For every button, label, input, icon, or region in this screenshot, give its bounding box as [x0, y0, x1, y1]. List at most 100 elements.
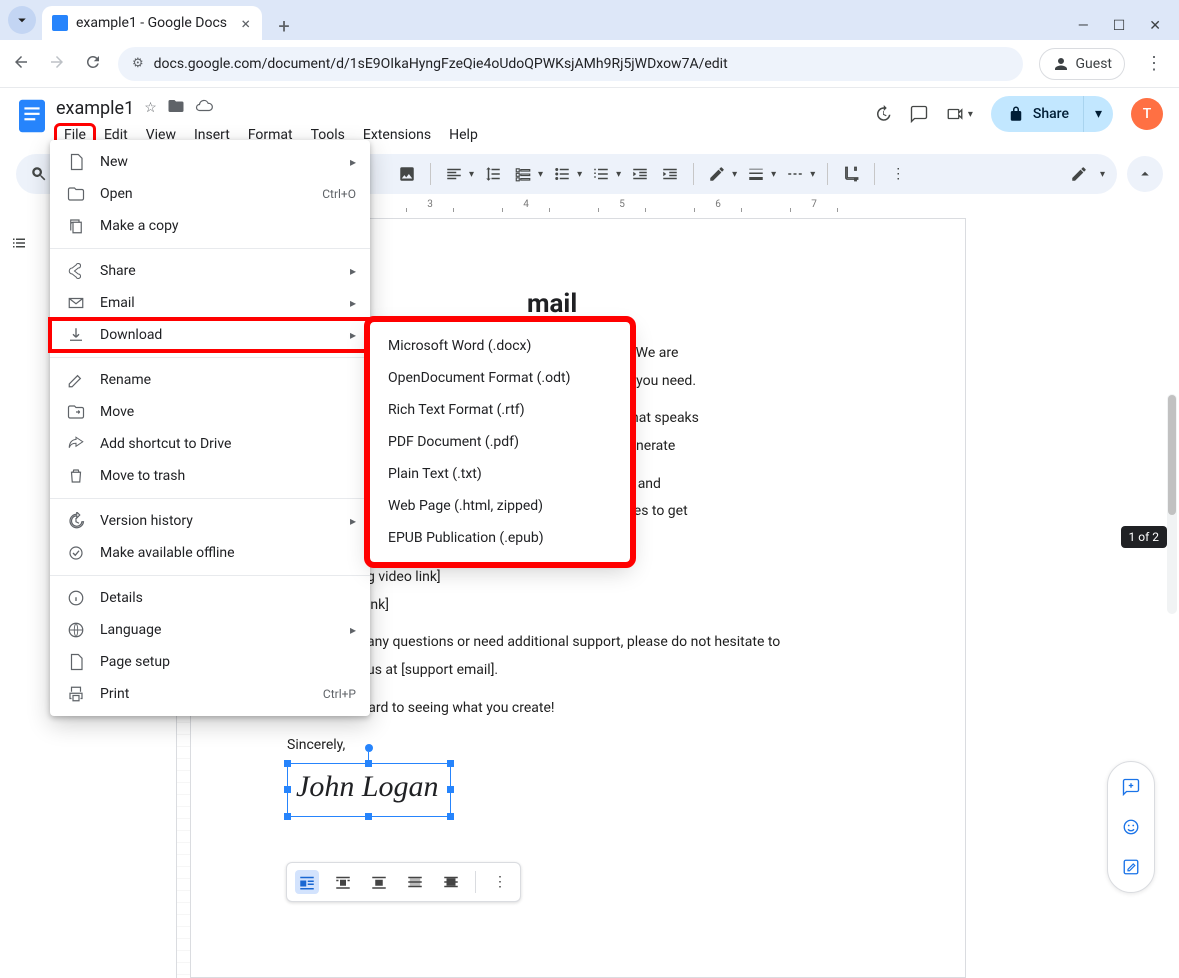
download-odt[interactable]: OpenDocument Format (.odt) — [370, 362, 630, 394]
download-docx[interactable]: Microsoft Word (.docx) — [370, 330, 630, 362]
search-menus-icon[interactable] — [28, 161, 50, 187]
share-icon — [66, 262, 86, 280]
resize-handle[interactable] — [365, 760, 372, 767]
cloud-status-icon[interactable] — [195, 97, 213, 119]
file-menu-panel: New▸ OpenCtrl+O Make a copy Share▸ Email… — [50, 140, 370, 716]
menu-item-trash[interactable]: Move to trash — [50, 460, 370, 492]
copy-icon — [66, 217, 86, 235]
resize-handle[interactable] — [284, 813, 291, 820]
account-avatar[interactable]: T — [1131, 98, 1163, 130]
download-pdf[interactable]: PDF Document (.pdf) — [370, 426, 630, 458]
url-box[interactable]: ⚙ docs.google.com/document/d/1sE9OIkaHyn… — [118, 47, 1023, 81]
tab-search-button[interactable] — [8, 6, 36, 34]
history-icon[interactable] — [874, 105, 892, 123]
menu-item-open[interactable]: OpenCtrl+O — [50, 178, 370, 210]
resize-handle[interactable] — [447, 813, 454, 820]
menu-item-print[interactable]: PrintCtrl+P — [50, 678, 370, 710]
url-text: docs.google.com/document/d/1sE9OIkaHyngF… — [154, 56, 728, 72]
border-dash-icon[interactable] — [784, 161, 806, 187]
resize-handle[interactable] — [447, 786, 454, 793]
menu-item-details[interactable]: Details — [50, 582, 370, 614]
menu-item-pagesetup[interactable]: Page setup — [50, 646, 370, 678]
scrollbar-thumb[interactable] — [1168, 395, 1176, 515]
new-tab-button[interactable]: + — [270, 12, 298, 40]
doc-title[interactable]: example1 — [56, 98, 134, 119]
profile-guest-button[interactable]: Guest — [1039, 48, 1125, 80]
menu-item-version[interactable]: Version history▸ — [50, 505, 370, 537]
page-indicator: 1 of 2 — [1121, 526, 1167, 548]
insert-image-icon[interactable] — [396, 161, 418, 187]
collapse-toolbar-icon[interactable] — [1127, 156, 1163, 192]
docs-home-icon[interactable] — [16, 96, 48, 136]
menu-item-email[interactable]: Email▸ — [50, 287, 370, 319]
reload-icon[interactable] — [84, 53, 102, 75]
p5: We look forward to seeing what you creat… — [287, 698, 869, 720]
image-options-toolbar: ⋮ — [286, 862, 521, 902]
image-options-more-icon[interactable]: ⋮ — [488, 870, 512, 894]
outline-icon[interactable] — [10, 234, 28, 256]
resize-handle[interactable] — [284, 786, 291, 793]
p4a: any questions or need additional support… — [287, 632, 869, 654]
browser-menu-icon[interactable]: ⋮ — [1141, 53, 1167, 74]
behind-text-icon[interactable] — [403, 870, 427, 894]
share-button[interactable]: Share — [991, 96, 1083, 132]
resize-handle[interactable] — [284, 760, 291, 767]
menu-item-copy[interactable]: Make a copy — [50, 210, 370, 242]
break-text-icon[interactable] — [367, 870, 391, 894]
wrap-inline-icon[interactable] — [295, 870, 319, 894]
window-controls: — ☐ ✕ — [1078, 18, 1179, 40]
comments-icon[interactable] — [910, 105, 928, 123]
download-epub[interactable]: EPUB Publication (.epub) — [370, 522, 630, 554]
front-text-icon[interactable] — [439, 870, 463, 894]
close-window-icon[interactable]: ✕ — [1149, 18, 1161, 34]
meet-icon[interactable]: ▾ — [946, 105, 973, 123]
indent-decrease-icon[interactable] — [629, 161, 651, 187]
add-comment-icon[interactable] — [1114, 770, 1148, 804]
menu-help[interactable]: Help — [441, 125, 486, 145]
more-toolbar-icon[interactable]: ⋮ — [887, 161, 909, 187]
maximize-icon[interactable]: ☐ — [1113, 18, 1126, 34]
checklist-icon[interactable] — [512, 161, 534, 187]
vertical-scrollbar[interactable] — [1167, 394, 1177, 614]
resize-handle[interactable] — [365, 813, 372, 820]
menu-item-offline[interactable]: Make available offline — [50, 537, 370, 569]
menu-item-move[interactable]: Move — [50, 396, 370, 428]
forward-icon[interactable] — [48, 53, 66, 75]
align-icon[interactable] — [443, 161, 465, 187]
wrap-text-icon[interactable] — [331, 870, 355, 894]
star-icon[interactable]: ☆ — [144, 100, 157, 116]
bulleted-list-icon[interactable] — [551, 161, 573, 187]
site-settings-icon[interactable]: ⚙ — [132, 56, 144, 71]
line-spacing-icon[interactable] — [482, 161, 504, 187]
menu-item-share[interactable]: Share▸ — [50, 255, 370, 287]
indent-increase-icon[interactable] — [659, 161, 681, 187]
suggest-edits-icon[interactable] — [1114, 850, 1148, 884]
download-rtf[interactable]: Rich Text Format (.rtf) — [370, 394, 630, 426]
browser-tab[interactable]: example1 - Google Docs × — [42, 6, 262, 40]
download-txt[interactable]: Plain Text (.txt) — [370, 458, 630, 490]
resize-handle[interactable] — [447, 760, 454, 767]
border-weight-icon[interactable] — [745, 161, 767, 187]
person-icon — [1052, 55, 1070, 73]
menu-item-new[interactable]: New▸ — [50, 146, 370, 178]
folder-icon — [66, 185, 86, 203]
menu-item-download[interactable]: Download▸ — [50, 319, 370, 351]
back-icon[interactable] — [12, 53, 30, 75]
close-tab-icon[interactable]: × — [241, 14, 250, 33]
chevron-right-icon: ▸ — [350, 264, 356, 278]
crop-icon[interactable] — [840, 161, 862, 187]
editing-mode-icon[interactable] — [1068, 161, 1090, 187]
emoji-reaction-icon[interactable] — [1114, 810, 1148, 844]
minimize-icon[interactable]: — — [1078, 18, 1089, 34]
email-icon — [66, 294, 86, 312]
menu-item-language[interactable]: Language▸ — [50, 614, 370, 646]
numbered-list-icon[interactable] — [590, 161, 612, 187]
download-html[interactable]: Web Page (.html, zipped) — [370, 490, 630, 522]
menu-item-shortcut[interactable]: Add shortcut to Drive — [50, 428, 370, 460]
signature-image-selected[interactable]: John Logan — [287, 763, 451, 817]
border-color-icon[interactable] — [706, 161, 728, 187]
move-doc-icon[interactable] — [167, 97, 185, 119]
rotate-handle[interactable] — [365, 744, 373, 752]
menu-item-rename[interactable]: Rename — [50, 364, 370, 396]
share-dropdown[interactable]: ▾ — [1083, 96, 1113, 132]
